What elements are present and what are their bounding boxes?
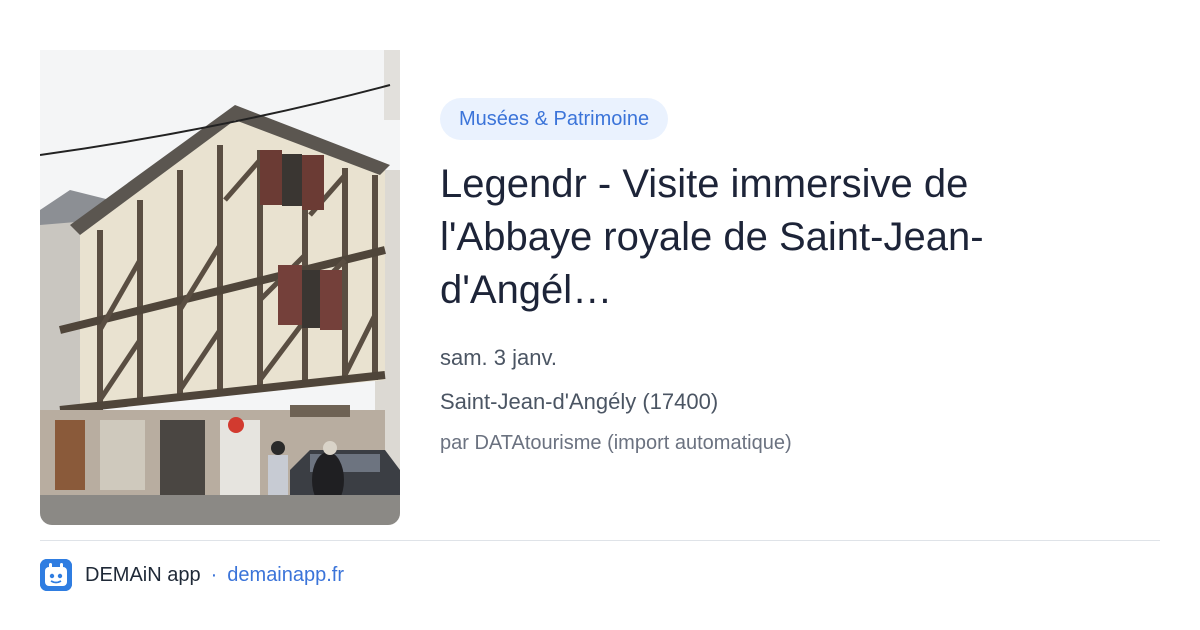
domain-link[interactable]: demainapp.fr [227, 564, 344, 587]
event-author: par DATAtourisme (import automatique) [440, 432, 792, 454]
footer: DEMAiN app · demainapp.fr [40, 558, 344, 592]
footer-divider [40, 540, 1160, 541]
demain-app-logo-icon [40, 559, 72, 591]
event-title[interactable]: Legendr - Visite immersive de l'Abbaye r… [440, 158, 1080, 317]
event-location: Saint-Jean-d'Angély (17400) [440, 389, 719, 414]
event-details: Musées & Patrimoine Legendr - Visite imm… [440, 98, 1140, 457]
event-card[interactable]: Musées & Patrimoine Legendr - Visite imm… [40, 50, 1160, 525]
event-photo[interactable] [40, 50, 400, 525]
category-tag[interactable]: Musées & Patrimoine [440, 98, 669, 140]
app-name: DEMAiN app [85, 563, 201, 586]
footer-separator: · [210, 563, 218, 586]
event-date: sam. 3 janv. [440, 345, 557, 370]
